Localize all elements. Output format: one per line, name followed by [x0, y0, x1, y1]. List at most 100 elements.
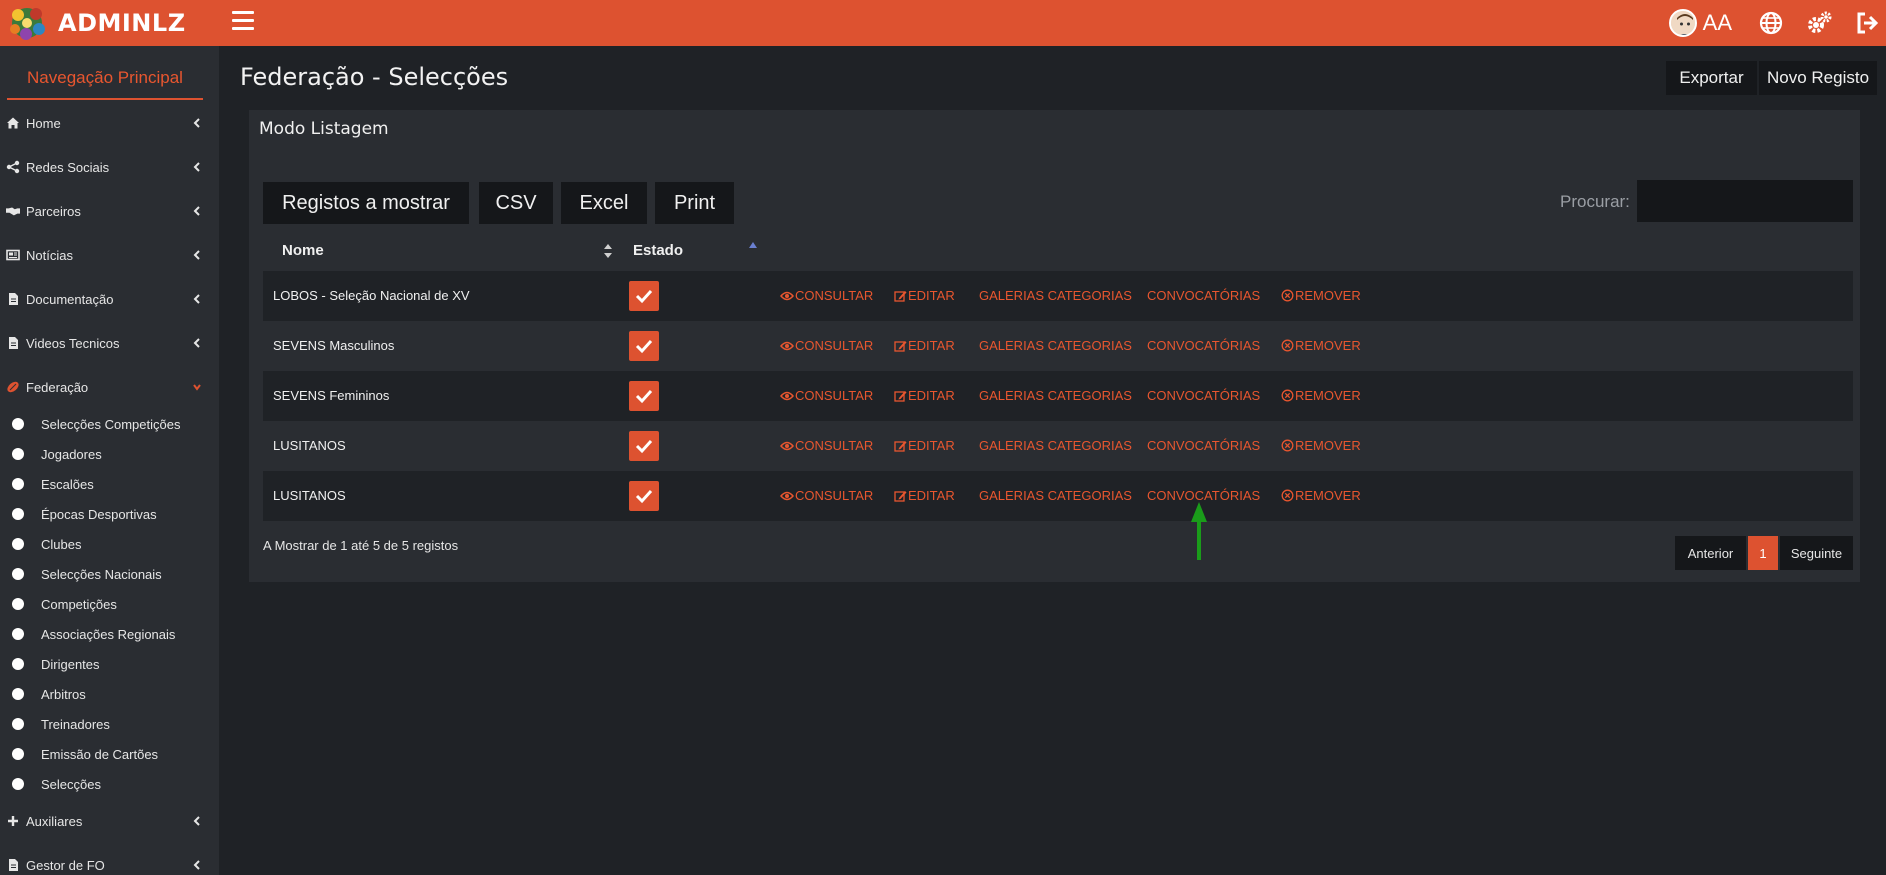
- galerias-categorias-link[interactable]: GALERIAS CATEGORIAS: [979, 338, 1132, 353]
- edit-icon: [894, 490, 907, 502]
- sidebar-subitem-seleccoes-competicoes[interactable]: Selecções Competições: [0, 413, 219, 435]
- sidebar-subitem-jogadores[interactable]: Jogadores: [0, 443, 219, 465]
- sidebar-subitem-escaloes[interactable]: Escalões: [0, 473, 219, 495]
- estado-checkbox[interactable]: [629, 331, 659, 361]
- avatar[interactable]: [1668, 9, 1697, 37]
- estado-checkbox[interactable]: [629, 481, 659, 511]
- sidebar-item-redes-sociais[interactable]: Redes Sociais: [0, 154, 219, 180]
- menu-toggle-icon[interactable]: [232, 11, 254, 33]
- user-initials[interactable]: AA: [1703, 10, 1732, 36]
- sidebar-subitem-arbitros[interactable]: Arbitros: [0, 683, 219, 705]
- remover-link[interactable]: REMOVER: [1281, 288, 1361, 303]
- table-row: SEVENS Masculinos CONSULTAR EDITAR GALER…: [263, 321, 1853, 371]
- sidebar-subitem-label: Clubes: [41, 536, 82, 552]
- consultar-link[interactable]: CONSULTAR: [780, 288, 873, 303]
- page-1-button[interactable]: 1: [1748, 536, 1778, 570]
- sidebar-item-noticias[interactable]: Notícias: [0, 242, 219, 268]
- sidebar-subitem-seleccoes-nacionais[interactable]: Selecções Nacionais: [0, 563, 219, 585]
- editar-link[interactable]: EDITAR: [894, 438, 955, 453]
- search-input[interactable]: [1637, 180, 1853, 222]
- sidebar-subitem-clubes[interactable]: Clubes: [0, 533, 219, 555]
- remover-link[interactable]: REMOVER: [1281, 488, 1361, 503]
- edit-icon: [894, 290, 907, 302]
- listing-panel: Modo Listagem Registos a mostrar CSV Exc…: [249, 110, 1860, 582]
- globe-icon[interactable]: [1758, 10, 1784, 36]
- convocatorias-link[interactable]: CONVOCATÓRIAS: [1147, 338, 1260, 353]
- sidebar-subitem-treinadores[interactable]: Treinadores: [0, 713, 219, 735]
- sidebar-item-parceiros[interactable]: Parceiros: [0, 198, 219, 224]
- sidebar-subitem-epocas-desportivas[interactable]: Épocas Desportivas: [0, 503, 219, 525]
- bullet-icon: [12, 748, 24, 760]
- remover-link[interactable]: REMOVER: [1281, 438, 1361, 453]
- edit-icon: [894, 390, 907, 402]
- newspaper-icon: [6, 249, 20, 261]
- sidebar: Navegação Principal Home Redes Sociais P…: [0, 46, 219, 875]
- bullet-icon: [12, 658, 24, 670]
- sort-both-icon[interactable]: [603, 243, 613, 259]
- estado-checkbox[interactable]: [629, 281, 659, 311]
- table-row: LOBOS - Seleção Nacional de XV CONSULTAR…: [263, 271, 1853, 321]
- consultar-link[interactable]: CONSULTAR: [780, 388, 873, 403]
- csv-button[interactable]: CSV: [479, 182, 553, 224]
- column-header-estado[interactable]: Estado: [633, 242, 683, 259]
- sidebar-item-videos-tecnicos[interactable]: Videos Tecnicos: [0, 330, 219, 356]
- sort-ascending-icon[interactable]: [748, 241, 758, 249]
- logout-icon[interactable]: [1854, 10, 1880, 36]
- sidebar-subitem-label: Selecções Nacionais: [41, 566, 162, 582]
- sidebar-subitem-dirigentes[interactable]: Dirigentes: [0, 653, 219, 675]
- sidebar-item-label: Auxiliares: [26, 813, 83, 829]
- sidebar-subitem-seleccoes[interactable]: Selecções: [0, 773, 219, 795]
- next-page-button[interactable]: Seguinte: [1780, 536, 1853, 570]
- export-button[interactable]: Exportar: [1666, 61, 1757, 95]
- previous-page-button[interactable]: Anterior: [1675, 536, 1746, 570]
- sidebar-subitem-competicoes[interactable]: Competições: [0, 593, 219, 615]
- sidebar-item-auxiliares[interactable]: Auxiliares: [0, 808, 219, 834]
- convocatorias-link[interactable]: CONVOCATÓRIAS: [1147, 288, 1260, 303]
- sidebar-subitem-associacoes-regionais[interactable]: Associações Regionais: [0, 623, 219, 645]
- convocatorias-link[interactable]: CONVOCATÓRIAS: [1147, 388, 1260, 403]
- bullet-icon: [12, 718, 24, 730]
- bullet-icon: [12, 568, 24, 580]
- consultar-link[interactable]: CONSULTAR: [780, 338, 873, 353]
- convocatorias-link[interactable]: CONVOCATÓRIAS: [1147, 438, 1260, 453]
- column-header-nome[interactable]: Nome: [282, 242, 324, 259]
- chevron-left-icon: [193, 338, 200, 348]
- galerias-categorias-link[interactable]: GALERIAS CATEGORIAS: [979, 288, 1132, 303]
- consultar-link[interactable]: CONSULTAR: [780, 488, 873, 503]
- sidebar-subitem-emissao-de-cartoes[interactable]: Emissão de Cartões: [0, 743, 219, 765]
- sidebar-item-federacao[interactable]: Federação: [0, 374, 219, 400]
- handshake-icon: [6, 207, 20, 216]
- estado-checkbox[interactable]: [629, 431, 659, 461]
- sidebar-item-label: Documentação: [26, 291, 114, 307]
- eye-icon: [780, 491, 794, 500]
- table-info: A Mostrar de 1 até 5 de 5 registos: [263, 538, 459, 553]
- galerias-categorias-link[interactable]: GALERIAS CATEGORIAS: [979, 438, 1132, 453]
- check-icon: [635, 439, 653, 454]
- search-label: Procurar:: [1560, 192, 1630, 211]
- excel-button[interactable]: Excel: [561, 182, 647, 224]
- editar-link[interactable]: EDITAR: [894, 288, 955, 303]
- editar-link[interactable]: EDITAR: [894, 338, 955, 353]
- print-button[interactable]: Print: [655, 182, 734, 224]
- estado-checkbox[interactable]: [629, 381, 659, 411]
- chevron-left-icon: [193, 860, 200, 870]
- logo-icon: [10, 8, 45, 40]
- page-length-button[interactable]: Registos a mostrar: [263, 182, 469, 224]
- consultar-link[interactable]: CONSULTAR: [780, 438, 873, 453]
- sidebar-item-gestor-de-fo[interactable]: Gestor de FO: [0, 852, 219, 875]
- editar-link[interactable]: EDITAR: [894, 388, 955, 403]
- sidebar-subitem-label: Competições: [41, 596, 117, 612]
- new-record-button[interactable]: Novo Registo: [1759, 61, 1877, 95]
- sidebar-subitem-label: Selecções: [41, 776, 101, 792]
- sidebar-item-documentacao[interactable]: Documentação: [0, 286, 219, 312]
- editar-link[interactable]: EDITAR: [894, 488, 955, 503]
- sidebar-item-label: Redes Sociais: [26, 159, 110, 175]
- galerias-categorias-link[interactable]: GALERIAS CATEGORIAS: [979, 388, 1132, 403]
- brand[interactable]: ADMINLZ: [6, 3, 186, 43]
- galerias-categorias-link[interactable]: GALERIAS CATEGORIAS: [979, 488, 1132, 503]
- remove-circle-icon: [1281, 389, 1294, 402]
- gears-icon[interactable]: [1806, 10, 1832, 36]
- sidebar-item-home[interactable]: Home: [0, 110, 219, 136]
- remover-link[interactable]: REMOVER: [1281, 338, 1361, 353]
- remover-link[interactable]: REMOVER: [1281, 388, 1361, 403]
